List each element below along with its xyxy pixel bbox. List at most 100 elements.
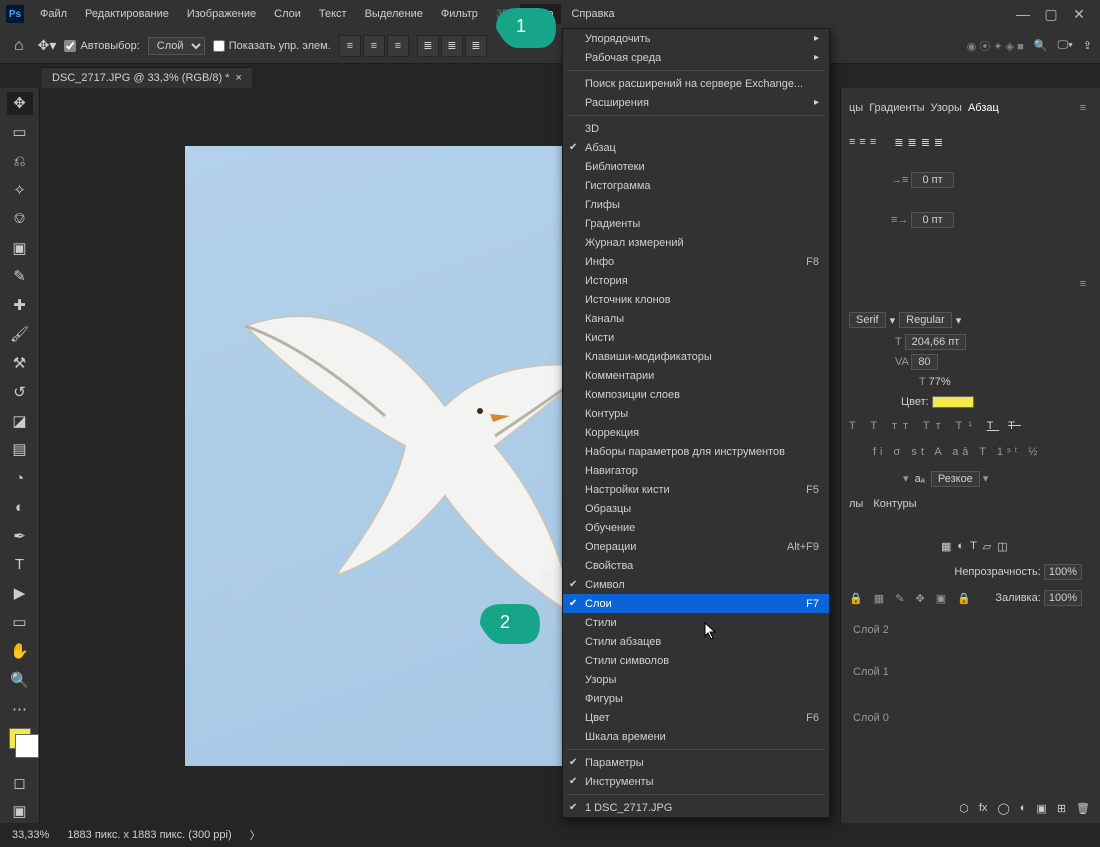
foreground-color-swatch[interactable]: [9, 728, 31, 749]
new-layer-icon[interactable]: ⊞: [1057, 802, 1066, 815]
menu-file[interactable]: Файл: [32, 4, 75, 24]
minimize-icon[interactable]: —: [1014, 6, 1032, 22]
hand-tool[interactable]: ✋: [7, 640, 33, 663]
layer-row-2[interactable]: Слой 2: [853, 624, 889, 636]
menu-item-упорядочить[interactable]: Упорядочить▸: [563, 29, 829, 48]
show-transform-checkbox[interactable]: Показать упр. элем.: [213, 40, 331, 52]
dist-1-icon[interactable]: ≣: [417, 35, 439, 57]
para-align-4[interactable]: ≣: [894, 136, 903, 149]
para-align-1[interactable]: ≡: [849, 136, 855, 149]
blur-tool[interactable]: ◔: [7, 467, 33, 490]
workspace-icon[interactable]: 🖵▾: [1058, 39, 1073, 52]
menu-item-каналы[interactable]: Каналы: [563, 309, 829, 328]
menu-item-операции[interactable]: ОперацииAlt+F9: [563, 537, 829, 556]
document-tab[interactable]: DSC_2717.JPG @ 33,3% (RGB/8) * ×: [42, 67, 252, 88]
pen-tool[interactable]: ✒: [7, 524, 33, 547]
filter-shape-icon[interactable]: ▱: [983, 540, 991, 553]
menu-select[interactable]: Выделение: [357, 4, 431, 24]
menu-item-рабочая-среда[interactable]: Рабочая среда▸: [563, 48, 829, 67]
status-chevron-icon[interactable]: 〉: [250, 827, 261, 843]
home-icon[interactable]: ⌂: [8, 37, 30, 55]
quickmask-icon[interactable]: ◻: [7, 771, 33, 794]
menu-item-клавиши-модификаторы[interactable]: Клавиши-модификаторы: [563, 347, 829, 366]
tab-patterns[interactable]: Узоры: [931, 102, 962, 114]
path-select-tool[interactable]: ▶: [7, 582, 33, 605]
text-color-swatch[interactable]: [932, 396, 974, 408]
menu-item-образцы[interactable]: Образцы: [563, 499, 829, 518]
font-family[interactable]: Serif: [849, 312, 886, 328]
wand-tool[interactable]: ✧: [7, 178, 33, 201]
menu-item-1-dsc-2717-jpg[interactable]: ✔1 DSC_2717.JPG: [563, 798, 829, 817]
indent-value-1[interactable]: 0 пт: [911, 172, 953, 188]
font-size[interactable]: 204,66 пт: [905, 334, 967, 350]
menu-item-цвет[interactable]: ЦветF6: [563, 708, 829, 727]
align-center-icon[interactable]: ≡: [363, 35, 385, 57]
eraser-tool[interactable]: ◪: [7, 409, 33, 432]
menu-item-журнал-измерений[interactable]: Журнал измерений: [563, 233, 829, 252]
brush-tool[interactable]: 🖌: [7, 323, 33, 346]
menu-item-кисти[interactable]: Кисти: [563, 328, 829, 347]
tab-channels[interactable]: лы: [849, 498, 863, 510]
lasso-tool[interactable]: ⎌: [7, 150, 33, 173]
screenmode-icon[interactable]: ▣: [7, 800, 33, 823]
autoselect-target[interactable]: Слой: [148, 37, 205, 55]
menu-item-инфо[interactable]: ИнфоF8: [563, 252, 829, 271]
align-right-icon[interactable]: ≡: [387, 35, 409, 57]
document-tab-close-icon[interactable]: ×: [235, 72, 241, 84]
para-align-2[interactable]: ≡: [859, 136, 865, 149]
menu-item-настройки-кисти[interactable]: Настройки кистиF5: [563, 480, 829, 499]
tab-swatches[interactable]: цы: [849, 102, 863, 114]
menu-layers[interactable]: Слои: [266, 4, 309, 24]
font-weight[interactable]: Regular: [899, 312, 952, 328]
3d-mode-icon[interactable]: ◉ ⦿ ✦ ◈ ■: [967, 38, 1024, 54]
menu-item-контуры[interactable]: Контуры: [563, 404, 829, 423]
mask-icon[interactable]: ◯: [997, 802, 1009, 815]
para-align-3[interactable]: ≡: [870, 136, 876, 149]
menu-item-стили[interactable]: Стили: [563, 613, 829, 632]
heal-tool[interactable]: ✚: [7, 294, 33, 317]
menu-item-навигатор[interactable]: Навигатор: [563, 461, 829, 480]
menu-item-коррекция[interactable]: Коррекция: [563, 423, 829, 442]
edit-toolbar-icon[interactable]: ⋯: [7, 697, 33, 720]
menu-item-поиск-расширений-на-сервере-exchange-[interactable]: Поиск расширений на сервере Exchange...: [563, 74, 829, 93]
dist-3-icon[interactable]: ≣: [465, 35, 487, 57]
filter-adjust-icon[interactable]: ◐: [957, 540, 964, 553]
menu-item-3d[interactable]: 3D: [563, 119, 829, 138]
menu-item-гистограмма[interactable]: Гистограмма: [563, 176, 829, 195]
scale[interactable]: 77%: [929, 376, 951, 388]
menu-text[interactable]: Текст: [311, 4, 355, 24]
menu-item-комментарии[interactable]: Комментарии: [563, 366, 829, 385]
move-tool[interactable]: ✥: [7, 92, 33, 115]
fx-icon[interactable]: fx: [979, 802, 988, 815]
show-transform-input[interactable]: [213, 40, 225, 52]
zoom-tool[interactable]: 🔍: [7, 669, 33, 692]
menu-item-шкала-времени[interactable]: Шкала времени: [563, 727, 829, 746]
gradient-tool[interactable]: ▤: [7, 438, 33, 461]
menu-item-фигуры[interactable]: Фигуры: [563, 689, 829, 708]
filter-smart-icon[interactable]: ◫: [997, 540, 1007, 553]
tab-paths[interactable]: Контуры: [873, 498, 916, 510]
group-icon[interactable]: ▣: [1036, 802, 1046, 815]
menu-edit[interactable]: Редактирование: [77, 4, 177, 24]
type-tool[interactable]: T: [7, 553, 33, 576]
leading[interactable]: 80: [911, 354, 937, 370]
dodge-tool[interactable]: ◐: [7, 496, 33, 519]
tab-paragraph[interactable]: Абзац: [968, 102, 999, 114]
crop-tool[interactable]: ⎊: [7, 207, 33, 230]
filter-pixel-icon[interactable]: ▦: [941, 540, 951, 553]
shape-tool[interactable]: ▭: [7, 611, 33, 634]
menu-item-обучение[interactable]: Обучение: [563, 518, 829, 537]
menu-image[interactable]: Изображение: [179, 4, 264, 24]
document-dimensions[interactable]: 1883 пикс. x 1883 пикс. (300 ppi): [67, 829, 231, 841]
panel-menu-icon[interactable]: ≡: [1080, 102, 1086, 114]
para-align-7[interactable]: ≣: [934, 136, 943, 149]
frame-tool[interactable]: ▣: [7, 236, 33, 259]
menu-help[interactable]: Справка: [563, 4, 622, 24]
tab-gradients[interactable]: Градиенты: [869, 102, 924, 114]
menu-item-наборы-параметров-для-инструментов[interactable]: Наборы параметров для инструментов: [563, 442, 829, 461]
layer-row-0[interactable]: Слой 0: [853, 712, 889, 724]
indent-value-2[interactable]: 0 пт: [911, 212, 953, 228]
link-layers-icon[interactable]: ⬡: [959, 802, 969, 815]
stamp-tool[interactable]: ⚒: [7, 351, 33, 374]
antialias[interactable]: Резкое: [931, 471, 980, 487]
